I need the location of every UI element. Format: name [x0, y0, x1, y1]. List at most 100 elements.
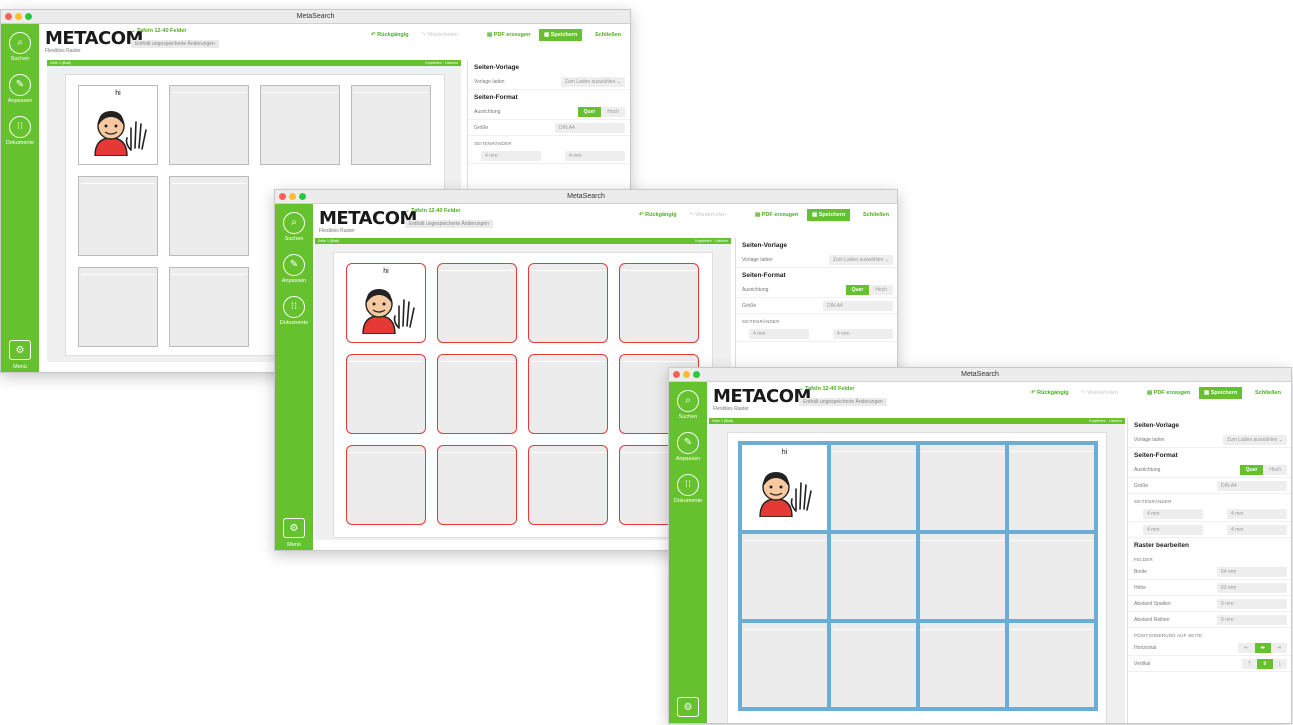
save-button[interactable]: ▦ Speichern	[539, 29, 583, 41]
template-selector[interactable]: ⌄ Tafeln 12-40 Felder	[799, 386, 855, 392]
sidebar-item-anpassen[interactable]: ✎ Anpassen	[669, 432, 707, 462]
grid-cell[interactable]	[437, 263, 517, 343]
sidebar-item-suchen[interactable]: ⌕ Suchen	[1, 32, 39, 62]
sidebar-item-anpassen[interactable]: ✎ Anpassen	[1, 74, 39, 104]
pdf-button[interactable]: ▤ PDF erzeugen	[1147, 390, 1190, 396]
margin-right-input[interactable]: 4 mm	[565, 151, 625, 161]
grid-cell[interactable]	[920, 534, 1005, 619]
save-button[interactable]: ▦ Speichern	[1199, 387, 1243, 399]
redo-button[interactable]: ↷ Wiederholen	[1081, 390, 1118, 396]
margin-left-input[interactable]: 4 mm	[749, 329, 809, 339]
align-middle-icon[interactable]: ⇳	[1256, 659, 1273, 669]
grid-cell[interactable]	[351, 85, 431, 165]
orientation-quer-button[interactable]: Quer	[845, 285, 870, 295]
align-bottom-icon[interactable]: ⤓	[1272, 659, 1287, 669]
size-dropdown[interactable]: DIN A4	[823, 301, 893, 311]
orientation-hoch-button[interactable]: Hoch	[869, 285, 893, 295]
sidebar-item-suchen[interactable]: ⌕ Suchen	[669, 390, 707, 420]
undo-button[interactable]: ↶ Rückgängig	[371, 32, 409, 38]
align-center-icon[interactable]: ⇹	[1254, 643, 1271, 653]
grid-cell[interactable]	[78, 267, 158, 347]
minimize-window-button[interactable]	[683, 371, 690, 378]
orientation-hoch-button[interactable]: Hoch	[601, 107, 625, 117]
margin-right-input[interactable]: 4 mm	[833, 329, 893, 339]
close-window-button[interactable]	[279, 193, 286, 200]
close-window-button[interactable]	[673, 371, 680, 378]
margin-bottom-input[interactable]: 4 mm	[1227, 525, 1287, 535]
grid-cell[interactable]	[920, 445, 1005, 530]
grid-cell-symbol[interactable]: hi	[346, 263, 426, 343]
close-button[interactable]: Schließen	[863, 212, 889, 218]
grid-cell[interactable]	[346, 445, 426, 525]
save-button[interactable]: ▦ Speichern	[807, 209, 851, 221]
grid-cell[interactable]	[742, 623, 827, 707]
grid-cell[interactable]	[437, 445, 517, 525]
close-window-button[interactable]	[5, 13, 12, 20]
template-dropdown[interactable]: Zum Laden auswählen ⌄	[1222, 435, 1287, 445]
grid-cell-symbol[interactable]: hi	[78, 85, 158, 165]
grid-cell[interactable]	[260, 85, 340, 165]
minimize-window-button[interactable]	[15, 13, 22, 20]
grid-cell[interactable]	[528, 445, 608, 525]
zoom-window-button[interactable]	[299, 193, 306, 200]
zoom-window-button[interactable]	[693, 371, 700, 378]
close-button[interactable]: Schließen	[1255, 390, 1281, 396]
redo-button[interactable]: ↷ Wiederholen	[689, 212, 726, 218]
col-gap-stepper[interactable]: 0 mm	[1217, 599, 1287, 609]
grid-cell[interactable]	[1009, 534, 1094, 619]
pdf-button[interactable]: ▤ PDF erzeugen	[487, 32, 530, 38]
orientation-hoch-button[interactable]: Hoch	[1263, 465, 1287, 475]
sidebar-item-suchen[interactable]: ⌕ Suchen	[275, 212, 313, 242]
template-dropdown[interactable]: Zum Laden auswählen ⌄	[560, 77, 625, 87]
sidebar-item-dokumente[interactable]: ⁝⁝ Dokumente	[275, 296, 313, 326]
template-dropdown[interactable]: Zum Laden auswählen ⌄	[828, 255, 893, 265]
grid-cell[interactable]	[169, 85, 249, 165]
row-gap-stepper[interactable]: 0 mm	[1217, 615, 1287, 625]
sidebar-item-dokumente[interactable]: ⁝⁝ Dokumente	[669, 474, 707, 504]
grid-cell[interactable]	[619, 263, 699, 343]
sidebar-item-anpassen[interactable]: ✎ Anpassen	[275, 254, 313, 284]
size-dropdown[interactable]: DIN A4	[555, 123, 625, 133]
menu-button[interactable]: ⚙	[677, 697, 699, 717]
close-button[interactable]: Schließen	[595, 32, 621, 38]
undo-button[interactable]: ↶ Rückgängig	[639, 212, 677, 218]
margin-right-input[interactable]: 4 mm	[1227, 509, 1287, 519]
grid-cell[interactable]	[437, 354, 517, 434]
orientation-quer-button[interactable]: Quer	[577, 107, 602, 117]
grid-cell[interactable]	[1009, 445, 1094, 530]
menu-button[interactable]: ⚙	[283, 518, 305, 538]
align-left-icon[interactable]: ⇤	[1238, 643, 1255, 653]
grid-cell[interactable]	[78, 176, 158, 256]
align-top-icon[interactable]: ⤒	[1242, 659, 1257, 669]
margin-left-input[interactable]: 4 mm	[1143, 509, 1203, 519]
size-dropdown[interactable]: DIN A4	[1217, 481, 1287, 491]
grid-cell[interactable]	[169, 176, 249, 256]
grid-cell[interactable]	[831, 534, 916, 619]
menu-button[interactable]: ⚙	[9, 340, 31, 360]
grid-cell[interactable]	[346, 354, 426, 434]
grid-cell[interactable]	[831, 445, 916, 530]
zoom-window-button[interactable]	[25, 13, 32, 20]
grid-cell-symbol[interactable]: hi	[742, 445, 827, 530]
grid-cell[interactable]	[920, 623, 1005, 707]
template-selector[interactable]: ⌄ Tafeln 12-40 Felder	[405, 208, 461, 214]
grid-cell[interactable]	[1009, 623, 1094, 707]
align-right-icon[interactable]: ⇥	[1270, 643, 1287, 653]
row-gap-row: Abstand Reihen 0 mm	[1128, 612, 1291, 628]
width-stepper[interactable]: 64 mm	[1217, 567, 1287, 577]
grid-cell[interactable]	[169, 267, 249, 347]
grid-cell[interactable]	[742, 534, 827, 619]
pdf-button[interactable]: ▤ PDF erzeugen	[755, 212, 798, 218]
margin-left-input[interactable]: 4 mm	[481, 151, 541, 161]
grid-cell[interactable]	[528, 263, 608, 343]
margin-top-input[interactable]: 4 mm	[1143, 525, 1203, 535]
grid-cell[interactable]	[831, 623, 916, 707]
orientation-quer-button[interactable]: Quer	[1239, 465, 1264, 475]
height-stepper[interactable]: 63 mm	[1217, 583, 1287, 593]
template-selector[interactable]: ⌄ Tafeln 12-40 Felder	[131, 28, 187, 34]
grid-cell[interactable]	[528, 354, 608, 434]
redo-button[interactable]: ↷ Wiederholen	[421, 32, 458, 38]
minimize-window-button[interactable]	[289, 193, 296, 200]
undo-button[interactable]: ↶ Rückgängig	[1031, 390, 1069, 396]
sidebar-item-dokumente[interactable]: ⁝⁝ Dokumente	[1, 116, 39, 146]
